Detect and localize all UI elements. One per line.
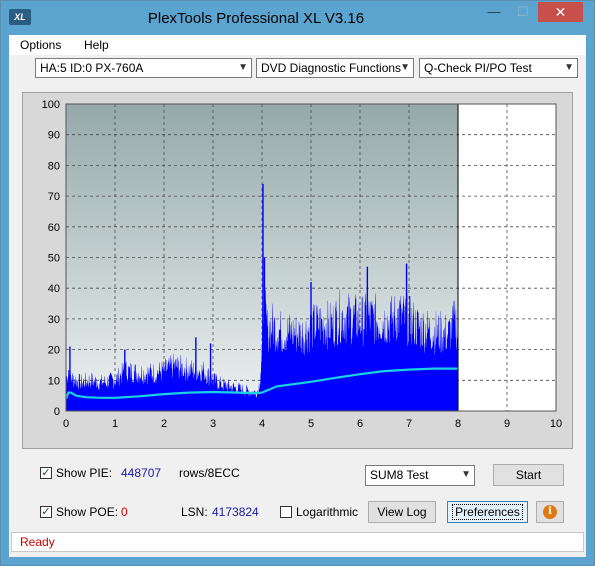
view-log-label: View Log <box>377 505 427 519</box>
client-area: Options Help HA:5 ID:0 PX-760A ▼ DVD Dia… <box>9 35 586 557</box>
info-icon: i <box>543 505 557 519</box>
lsn-label: LSN: <box>181 505 208 519</box>
menu-help[interactable]: Help <box>84 38 109 52</box>
x-tick-label: 6 <box>357 418 363 430</box>
preferences-label: Preferences <box>452 504 523 520</box>
window-title: PlexTools Professional XL V3.16 <box>147 10 365 27</box>
show-poe-checkbox[interactable]: ✓ <box>40 506 52 518</box>
chevron-down-icon: ▼ <box>238 62 248 73</box>
x-tick-label: 5 <box>308 418 314 430</box>
y-tick-label: 0 <box>54 406 60 418</box>
test-select[interactable]: Q-Check PI/PO Test ▼ <box>419 58 578 78</box>
y-tick-label: 100 <box>42 99 60 111</box>
show-poe-label: Show POE: <box>56 505 119 519</box>
x-tick-label: 8 <box>455 418 461 430</box>
pi-po-chart: 0 1 2 3 4 5 6 7 8 9 100102030405060708090100 <box>42 99 562 430</box>
y-tick-label: 30 <box>48 314 60 326</box>
y-tick-label: 90 <box>48 130 60 142</box>
y-tick-label: 70 <box>48 191 60 203</box>
close-button[interactable]: ✕ <box>538 2 583 22</box>
info-button[interactable]: i <box>536 501 564 523</box>
test-select-value: Q-Check PI/PO Test <box>424 61 532 75</box>
chevron-down-icon: ▼ <box>461 469 471 480</box>
main-window: XL PlexTools Professional XL V3.16 — ☐ ✕… <box>0 0 595 566</box>
poe-count: 0 <box>121 505 128 519</box>
x-tick-label: 9 <box>504 418 510 430</box>
sum-test-value: SUM8 Test <box>370 468 429 482</box>
function-select[interactable]: DVD Diagnostic Functions ▼ <box>256 58 414 78</box>
x-tick-label: 7 <box>406 418 412 430</box>
x-tick-label: 4 <box>259 418 265 430</box>
chevron-down-icon: ▼ <box>564 62 574 73</box>
lsn-value: 4173824 <box>212 505 259 519</box>
x-tick-label: 3 <box>210 418 216 430</box>
maximize-button[interactable]: ☐ <box>506 2 540 22</box>
show-pie-label: Show PIE: <box>56 466 113 480</box>
preferences-button[interactable]: Preferences <box>447 501 528 523</box>
y-tick-label: 20 <box>48 345 60 357</box>
logarithmic-label: Logarithmic <box>296 505 359 519</box>
drive-select[interactable]: HA:5 ID:0 PX-760A ▼ <box>35 58 252 78</box>
x-tick-label: 1 <box>112 418 118 430</box>
menu-bar: Options Help <box>9 35 586 55</box>
x-tick-label: 2 <box>161 418 167 430</box>
sum-test-select[interactable]: SUM8 Test ▼ <box>365 465 475 486</box>
y-tick-label: 40 <box>48 283 60 295</box>
y-tick-label: 80 <box>48 160 60 172</box>
start-button[interactable]: Start <box>493 464 564 486</box>
chart-panel: 0 1 2 3 4 5 6 7 8 9 10 0 10 20 30 40 50 60 70 80 90 100 <box>22 92 573 449</box>
x-tick-label: 0 <box>63 418 69 430</box>
y-tick-label: 50 <box>48 253 60 265</box>
chevron-down-icon: ▼ <box>400 62 410 73</box>
show-pie-checkbox[interactable]: ✓ <box>40 467 52 479</box>
menu-options[interactable]: Options <box>20 38 61 52</box>
pie-unit: rows/8ECC <box>179 466 240 480</box>
function-select-value: DVD Diagnostic Functions <box>261 61 402 75</box>
logarithmic-checkbox[interactable] <box>280 506 292 518</box>
status-bar: Ready <box>11 532 584 552</box>
y-tick-label: 10 <box>48 375 60 387</box>
drive-select-value: HA:5 ID:0 PX-760A <box>40 61 144 75</box>
title-bar[interactable]: XL PlexTools Professional XL V3.16 — ☐ ✕ <box>1 1 594 35</box>
y-tick-label: 60 <box>48 222 60 234</box>
view-log-button[interactable]: View Log <box>368 501 436 523</box>
status-text: Ready <box>20 535 55 549</box>
pie-count: 448707 <box>121 466 162 480</box>
start-button-label: Start <box>515 468 542 482</box>
x-tick-label: 10 <box>550 418 562 430</box>
